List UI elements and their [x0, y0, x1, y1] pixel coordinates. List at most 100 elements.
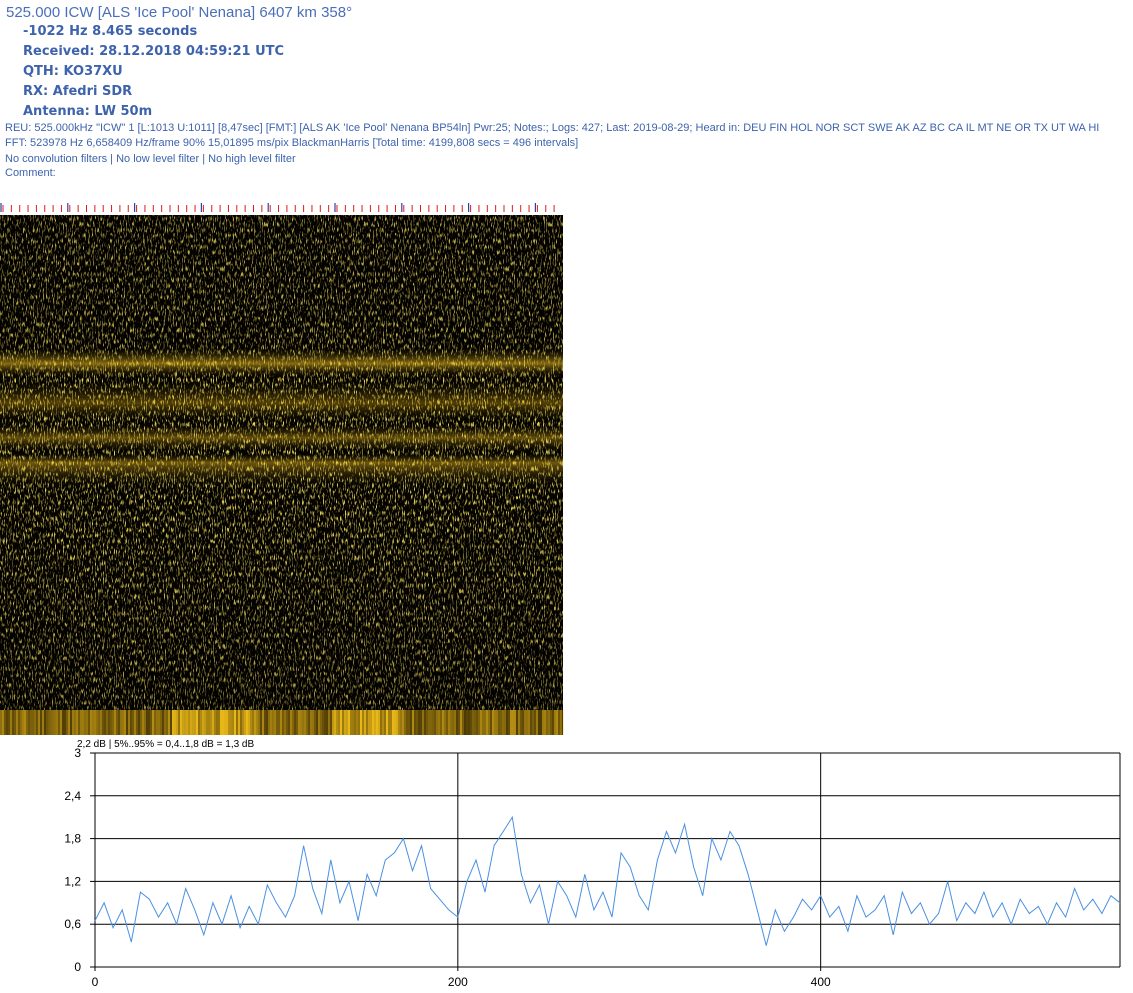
bottom-strip-column [120, 710, 122, 735]
bottom-strip-column [162, 710, 164, 735]
bottom-strip-column [20, 710, 22, 735]
bottom-strip-column [186, 710, 188, 735]
bottom-strip-column [100, 710, 102, 735]
bottom-strip-column [286, 710, 288, 735]
bottom-strip-column [102, 710, 104, 735]
bottom-strip-column [476, 710, 478, 735]
bottom-strip-column [402, 710, 404, 735]
bottom-strip-column [136, 710, 138, 735]
bottom-strip-column [50, 710, 52, 735]
bottom-strip-column [182, 710, 184, 735]
bottom-strip-column [138, 710, 140, 735]
bottom-strip-column [430, 710, 432, 735]
bottom-strip-column [66, 710, 68, 735]
bottom-strip-column [132, 710, 134, 735]
comment-line: Comment: [5, 167, 56, 179]
bottom-strip-column [520, 710, 522, 735]
bottom-strip-column [26, 710, 28, 735]
bottom-strip-column [168, 710, 170, 735]
bottom-strip-column [284, 710, 286, 735]
bottom-strip-column [46, 710, 48, 735]
bottom-strip-column [510, 710, 512, 735]
bottom-strip-column [558, 710, 560, 735]
chart-caption: 2,2 dB | 5%..95% = 0,4..1,8 dB = 1,3 dB [77, 739, 254, 750]
bottom-strip-column [70, 710, 72, 735]
spectrogram [0, 200, 565, 735]
bottom-strip-column [406, 710, 408, 735]
bottom-strip-column [146, 710, 148, 735]
bottom-strip-column [266, 710, 268, 735]
bottom-strip-column [438, 710, 440, 735]
x-axis: 0 200 400 [92, 967, 831, 989]
bottom-strip-column [344, 710, 346, 735]
bottom-strip-column [126, 710, 128, 735]
bottom-strip-column [536, 710, 538, 735]
bottom-strip-column [426, 710, 428, 735]
bottom-strip-column [200, 710, 202, 735]
bottom-strip-column [480, 710, 482, 735]
bottom-strip-column [294, 710, 296, 735]
bottom-strip-column [64, 710, 66, 735]
spectrogram-signal-bands [0, 215, 563, 710]
bottom-strip-column [106, 710, 108, 735]
bottom-strip-column [468, 710, 470, 735]
bottom-strip-column [210, 710, 212, 735]
bottom-strip-column [398, 710, 400, 735]
bottom-strip-column [6, 710, 8, 735]
bottom-strip-column [74, 710, 76, 735]
bottom-strip-column [516, 710, 518, 735]
bottom-strip-column [268, 710, 270, 735]
bottom-strip-column [316, 710, 318, 735]
bottom-strip-column [492, 710, 494, 735]
bottom-strip-column [490, 710, 492, 735]
bottom-strip-column [518, 710, 520, 735]
bottom-strip-column [130, 710, 132, 735]
bottom-strip-column [488, 710, 490, 735]
bottom-strip-column [346, 710, 348, 735]
bottom-strip-column [444, 710, 446, 735]
bottom-strip-column [514, 710, 516, 735]
bottom-strip-column [180, 710, 182, 735]
bottom-strip-column [224, 710, 226, 735]
bottom-strip-column [198, 710, 200, 735]
bottom-strip-column [112, 710, 114, 735]
bottom-strip-column [250, 710, 252, 735]
y-axis: 0 0,6 1,2 1,8 2,4 3 [64, 746, 95, 974]
y-tick-label: 0,6 [64, 917, 81, 931]
bottom-strip-column [82, 710, 84, 735]
bottom-strip-column [234, 710, 236, 735]
bottom-strip-column [486, 710, 488, 735]
bottom-strip-column [372, 710, 374, 735]
bottom-strip-column [238, 710, 240, 735]
reu-info-line: REU: 525.000kHz "ICW" 1 [L:1013 U:1011] … [5, 122, 1100, 134]
bottom-strip-column [282, 710, 284, 735]
bottom-strip-column [226, 710, 228, 735]
bottom-strip-column [308, 710, 310, 735]
bottom-strip-column [108, 710, 110, 735]
bottom-strip-column [474, 710, 476, 735]
bottom-strip-column [410, 710, 412, 735]
bottom-strip-column [196, 710, 198, 735]
bottom-strip-column [110, 710, 112, 735]
bottom-strip-column [522, 710, 524, 735]
bottom-strip-column [244, 710, 246, 735]
bottom-strip-column [218, 710, 220, 735]
bottom-strip-column [288, 710, 290, 735]
bottom-strip-column [342, 710, 344, 735]
bottom-strip-column [462, 710, 464, 735]
bottom-strip-column [290, 710, 292, 735]
bottom-strip-column [296, 710, 298, 735]
bottom-strip-column [496, 710, 498, 735]
bottom-strip-column [458, 710, 460, 735]
bottom-strip-column [230, 710, 232, 735]
bottom-strip-column [378, 710, 380, 735]
bottom-strip-column [154, 710, 156, 735]
bottom-strip-column [256, 710, 258, 735]
bottom-strip-column [140, 710, 142, 735]
bottom-strip-column [314, 710, 316, 735]
bottom-strip-column [418, 710, 420, 735]
bottom-strip-column [442, 710, 444, 735]
bottom-strip-column [118, 710, 120, 735]
bottom-strip-column [280, 710, 282, 735]
bottom-strip-column [276, 710, 278, 735]
